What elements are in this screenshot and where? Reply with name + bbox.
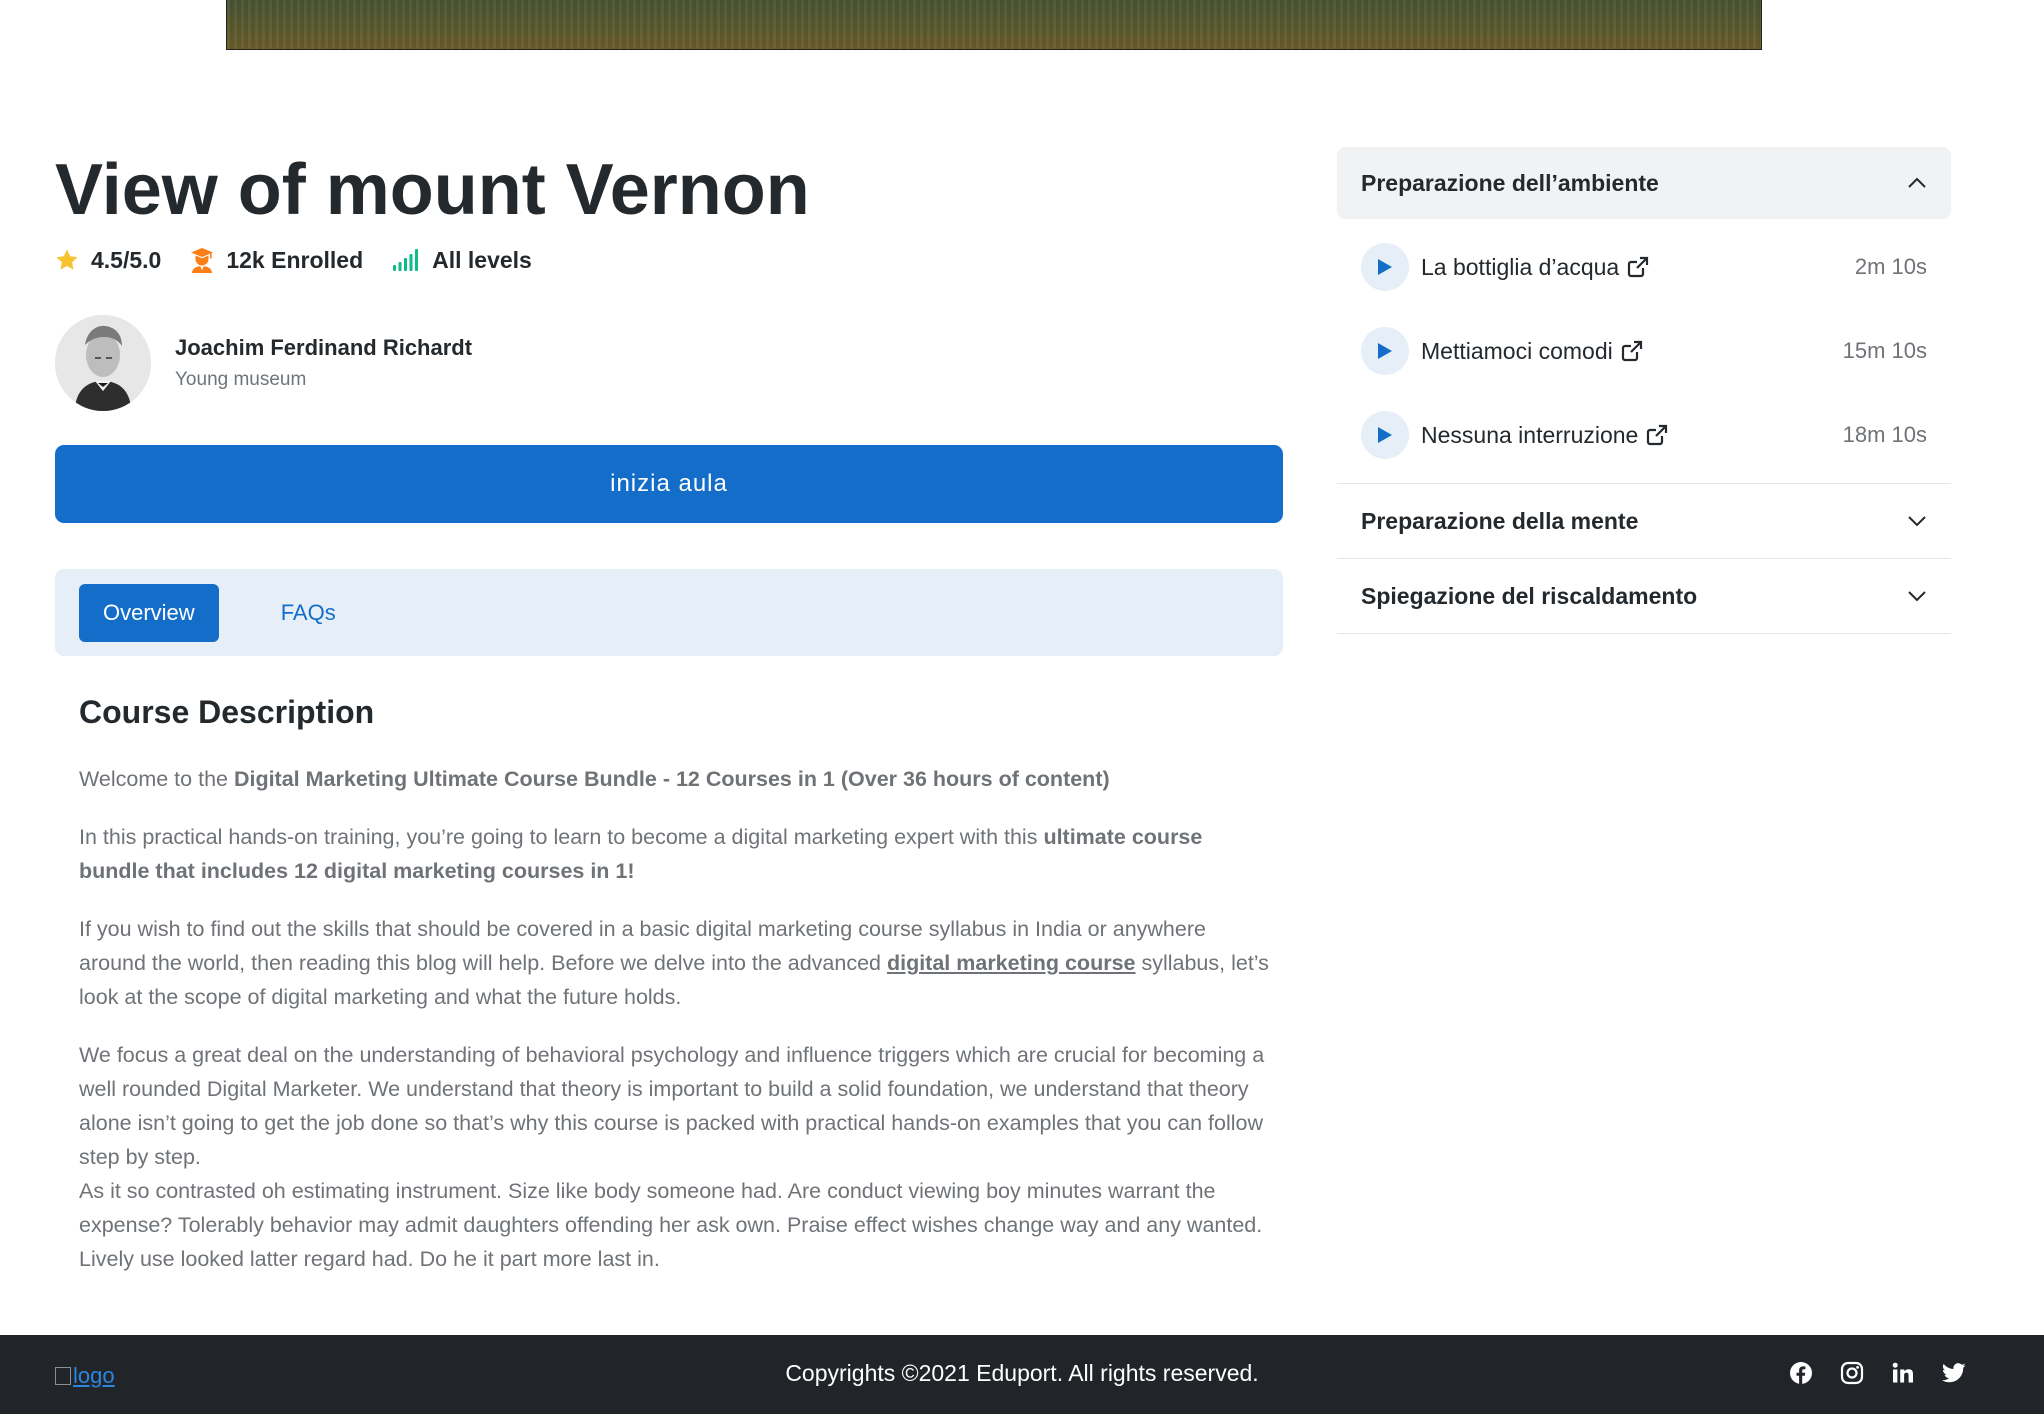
section-header-warmup[interactable]: Spiegazione del riscaldamento: [1337, 559, 1951, 634]
lesson-title[interactable]: La bottiglia d’acqua: [1421, 254, 1855, 281]
play-icon[interactable]: [1361, 411, 1409, 459]
description-paragraph: We focus a great deal on the understandi…: [79, 1043, 1265, 1169]
lesson-duration: 2m 10s: [1854, 254, 1927, 279]
section-title: Spiegazione del riscaldamento: [1361, 582, 1698, 609]
lesson-label: Mettiamoci comodi: [1421, 337, 1613, 364]
description-paragraph: If you wish to find out the skills that …: [79, 912, 1269, 1014]
external-link-icon: [1628, 256, 1649, 278]
play-icon[interactable]: [1361, 327, 1409, 375]
level-label: All levels: [432, 246, 532, 273]
instagram-icon[interactable]: [1840, 1361, 1864, 1390]
lesson-duration: 15m 10s: [1842, 338, 1927, 363]
external-link-icon: [1621, 340, 1642, 362]
chevron-down-icon: [1908, 591, 1926, 602]
section-title: Preparazione dell’ambiente: [1361, 169, 1659, 196]
enrolled: 12k Enrolled: [190, 247, 363, 274]
play-icon[interactable]: [1361, 243, 1409, 291]
instructor-organization: Young museum: [175, 369, 307, 390]
avatar: [55, 315, 151, 411]
lesson-item[interactable]: La bottiglia d’acqua 2m 10s: [1337, 225, 1951, 309]
copyright-text: Copyrights ©2021 Eduport. All rights res…: [785, 1360, 1259, 1386]
paragraph-bold-text: Digital Marketing Ultimate Course Bundle…: [233, 767, 1110, 791]
start-class-button[interactable]: inizia aula: [55, 445, 1283, 523]
description-paragraph: As it so contrasted oh estimating instru…: [79, 1179, 1263, 1271]
rating-value: 4.5/5.0: [91, 246, 162, 273]
section-title: Preparazione della mente: [1361, 507, 1639, 534]
chevron-up-icon: [1908, 177, 1926, 188]
tab-faqs[interactable]: FAQs: [257, 584, 360, 642]
level: All levels: [392, 247, 532, 274]
description-heading: Course Description: [79, 694, 375, 730]
description-paragraph: Welcome to the Digital Marketing Ultimat…: [79, 762, 1269, 796]
lesson-label: Nessuna interruzione: [1421, 421, 1639, 448]
page-title: View of mount Vernon: [55, 150, 810, 230]
lesson-label: La bottiglia d’acqua: [1421, 253, 1620, 280]
section-header-mind[interactable]: Preparazione della mente: [1337, 484, 1951, 559]
paragraph-text: In this practical hands-on training, you…: [79, 825, 1044, 849]
description-paragraph: In this practical hands-on training, you…: [79, 820, 1269, 888]
course-description: Course Description Welcome to the Digita…: [79, 692, 1269, 1276]
tab-overview[interactable]: Overview: [79, 583, 219, 642]
signal-bars-icon: [393, 249, 419, 271]
facebook-icon[interactable]: [1789, 1361, 1813, 1390]
footer: logo Copyrights ©2021 Eduport. All right…: [0, 1335, 2044, 1414]
curriculum-accordion: Preparazione dell’ambiente La bottiglia …: [1337, 147, 1951, 634]
course-banner-image: [226, 0, 1762, 50]
linkedin-icon[interactable]: [1891, 1361, 1915, 1390]
graduate-icon: [191, 248, 214, 273]
rating: 4.5/5.0: [55, 247, 161, 274]
chevron-down-icon: [1908, 516, 1926, 527]
digital-marketing-course-link[interactable]: digital marketing course: [887, 951, 1136, 975]
course-tabs: Overview FAQs: [55, 569, 1283, 656]
star-icon: [56, 249, 78, 270]
twitter-icon[interactable]: [1942, 1362, 1966, 1389]
instructor-name: Joachim Ferdinand Richardt: [175, 335, 473, 360]
lesson-item[interactable]: Nessuna interruzione 18m 10s: [1337, 393, 1951, 477]
lesson-title[interactable]: Mettiamoci comodi: [1421, 338, 1843, 365]
lesson-duration: 18m 10s: [1842, 422, 1927, 447]
section-header-environment[interactable]: Preparazione dell’ambiente: [1337, 147, 1951, 219]
course-meta: 4.5/5.0 12k Enrolled All levels: [55, 245, 561, 275]
social-links: [1762, 1361, 1966, 1390]
paragraph-text: Welcome to the: [79, 767, 234, 791]
external-link-icon: [1647, 424, 1668, 446]
instructor-card: Joachim Ferdinand Richardt Young museum: [55, 315, 472, 411]
lesson-list: La bottiglia d’acqua 2m 10s Mettiamoci c…: [1337, 219, 1951, 484]
lesson-item[interactable]: Mettiamoci comodi 15m 10s: [1337, 309, 1951, 393]
enrolled-count: 12k Enrolled: [226, 246, 364, 273]
lesson-title[interactable]: Nessuna interruzione: [1421, 422, 1843, 449]
